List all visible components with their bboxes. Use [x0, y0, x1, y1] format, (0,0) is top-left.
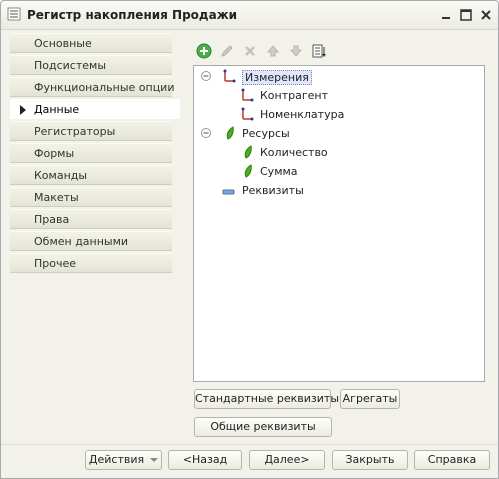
tree-node-counterparty[interactable]: Контрагент: [200, 87, 460, 105]
minimize-button[interactable]: [438, 7, 454, 23]
sidebar-item-label: Регистраторы: [34, 125, 116, 138]
sidebar-item-label: Команды: [34, 169, 88, 182]
tree-node-resources[interactable]: Ресурсы: [200, 125, 460, 143]
tree-node-label: Номенклатура: [260, 108, 345, 121]
active-marker-icon: [20, 105, 26, 115]
tree-node-label: Сумма: [260, 165, 298, 178]
sidebar-item-label: Права: [34, 213, 70, 226]
resource-icon: [242, 145, 254, 162]
help-button[interactable]: Справка: [414, 450, 490, 470]
sidebar-item-commands[interactable]: Команды: [10, 165, 172, 185]
sidebar-item-label: Формы: [34, 147, 75, 160]
tree-node-label: Измерения: [242, 70, 312, 85]
edit-icon[interactable]: [219, 43, 235, 59]
sidebar-item-other[interactable]: Прочее: [10, 253, 172, 273]
sidebar-item-main[interactable]: Основные: [10, 33, 172, 53]
maximize-button[interactable]: [458, 7, 474, 23]
next-button[interactable]: Далее>: [249, 450, 325, 470]
tree-node-label: Контрагент: [260, 89, 329, 102]
sidebar-item-label: Обмен данными: [34, 235, 129, 248]
sidebar-item-label: Данные: [34, 103, 80, 116]
tree-node-label: Реквизиты: [242, 184, 304, 197]
back-button[interactable]: <Назад: [168, 450, 242, 470]
collapse-icon[interactable]: [200, 70, 212, 85]
dimension-icon: [240, 107, 254, 124]
dimension-icon: [240, 88, 254, 105]
common-attributes-button[interactable]: Общие реквизиты: [194, 417, 332, 437]
title-bar: Регистр накопления Продажи: [1, 1, 498, 30]
sidebar-item-rights[interactable]: Права: [10, 209, 172, 229]
standard-attributes-button[interactable]: Стандартные реквизиты: [194, 389, 339, 409]
actions-dropdown[interactable]: Действия: [85, 450, 162, 470]
sidebar-item-label: Макеты: [34, 191, 79, 204]
sidebar-item-subsystems[interactable]: Подсистемы: [10, 55, 172, 75]
footer-divider: [1, 444, 498, 445]
sidebar-item-data-exchange[interactable]: Обмен данными: [10, 231, 172, 251]
sidebar-item-label: Подсистемы: [34, 59, 107, 72]
tree-node-sum[interactable]: Сумма: [200, 163, 460, 181]
collapse-icon[interactable]: [200, 127, 212, 142]
delete-icon[interactable]: [242, 43, 258, 59]
move-down-icon[interactable]: [288, 43, 304, 59]
data-tree: Измерения Контрагент Номенклатура Ресурс…: [193, 65, 485, 382]
register-window: Регистр накопления Продажи Основные Подс…: [0, 0, 499, 479]
app-icon: [7, 7, 21, 21]
sidebar-item-label: Функциональные опции: [34, 81, 175, 94]
sidebar-item-label: Прочее: [34, 257, 77, 270]
sidebar-item-data[interactable]: Данные: [10, 99, 180, 119]
window-title: Регистр накопления Продажи: [27, 8, 238, 22]
move-up-icon[interactable]: [265, 43, 281, 59]
tree-node-measurements[interactable]: Измерения: [200, 68, 460, 86]
resource-icon: [224, 126, 236, 143]
attribute-icon: [222, 186, 236, 199]
tree-node-label: Ресурсы: [242, 127, 290, 140]
dimension-icon: [222, 69, 236, 86]
actions-label: Действия: [88, 453, 145, 466]
sidebar-item-registrators[interactable]: Регистраторы: [10, 121, 172, 141]
sort-icon[interactable]: [311, 43, 327, 59]
sidebar-item-label: Основные: [34, 37, 92, 50]
tree-node-attributes[interactable]: Реквизиты: [200, 182, 460, 200]
close-button[interactable]: Закрыть: [332, 450, 408, 470]
tree-node-label: Количество: [260, 146, 328, 159]
sidebar-item-functional-options[interactable]: Функциональные опции: [10, 77, 175, 97]
tree-node-nomenclature[interactable]: Номенклатура: [200, 106, 460, 124]
sidebar-item-forms[interactable]: Формы: [10, 143, 172, 163]
close-window-button[interactable]: [478, 7, 494, 23]
tree-node-quantity[interactable]: Количество: [200, 144, 460, 162]
chevron-down-icon: [150, 458, 159, 462]
resource-icon: [242, 164, 254, 181]
aggregates-button[interactable]: Агрегаты: [340, 389, 400, 409]
sidebar-item-templates[interactable]: Макеты: [10, 187, 172, 207]
add-icon[interactable]: [196, 43, 212, 59]
